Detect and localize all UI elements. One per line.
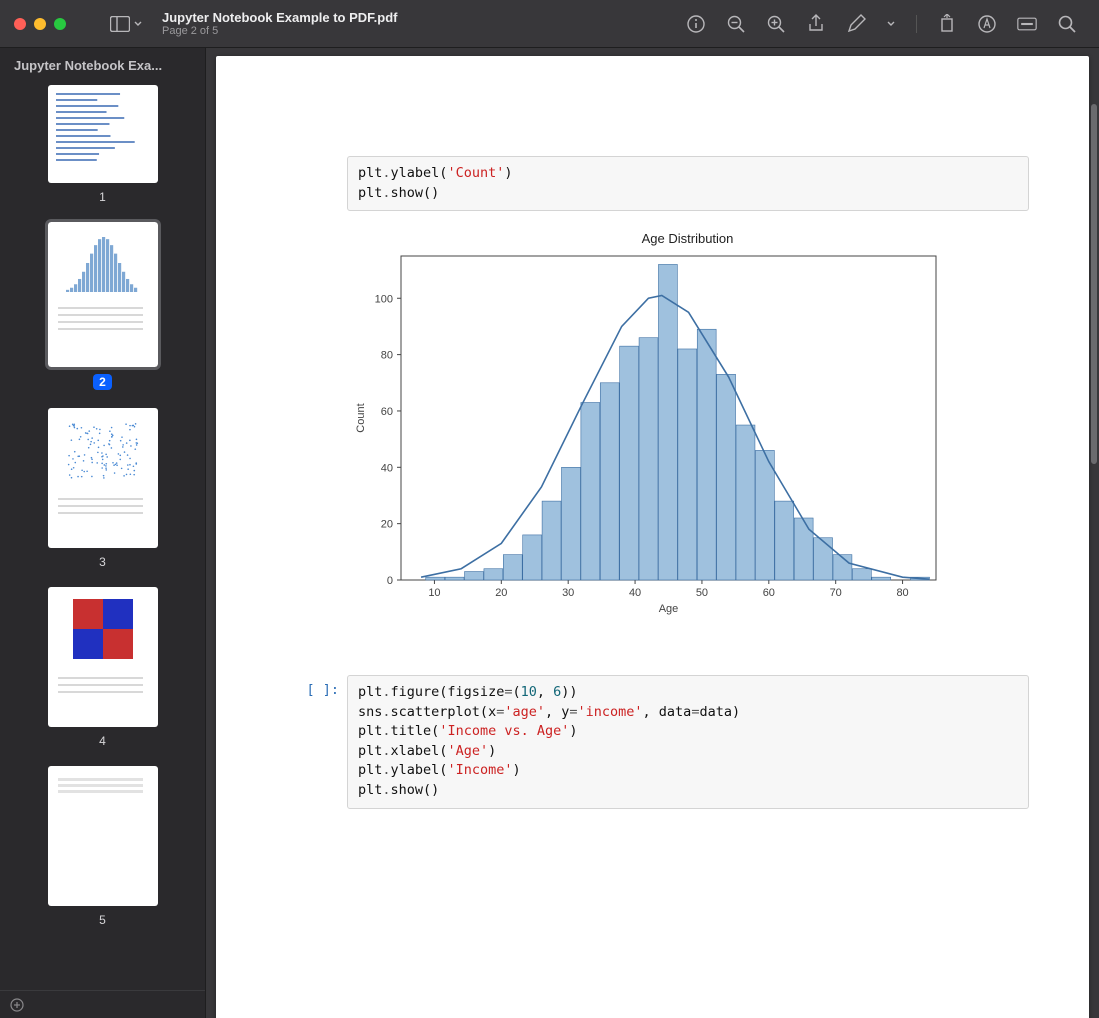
cell-prompt: [ ]: (301, 675, 347, 808)
redact-button[interactable] (1017, 14, 1037, 34)
histogram-chart: 0 20 40 60 80 100 10 20 30 40 50 60 70 80 Age Count (346, 250, 946, 620)
svg-text:40: 40 (381, 462, 393, 474)
sidebar-toggle-button[interactable] (106, 12, 146, 36)
thumbnail-label: 1 (99, 190, 106, 204)
code-content: plt.figure(figsize=(10, 6)) sns.scatterp… (347, 675, 1029, 808)
window-controls (14, 18, 66, 30)
code-cell: [ ]: plt.figure(figsize=(10, 6)) sns.sca… (301, 675, 1029, 808)
document-viewport[interactable]: plt.ylabel('Count') plt.show() Age Distr… (206, 48, 1099, 1018)
add-page-icon[interactable] (10, 998, 24, 1012)
svg-text:30: 30 (562, 587, 574, 599)
chart-output: Age Distribution 0 20 40 60 80 100 10 20 30 40 50 6… (346, 231, 1029, 625)
sidebar-icon (110, 16, 130, 32)
info-button[interactable] (686, 14, 706, 34)
fullscreen-window-button[interactable] (54, 18, 66, 30)
svg-text:60: 60 (763, 587, 775, 599)
code-content: plt.ylabel('Count') plt.show() (347, 156, 1029, 211)
svg-text:Age: Age (659, 603, 679, 615)
highlight-button[interactable] (977, 14, 997, 34)
chevron-down-icon (887, 21, 895, 27)
window-titlebar: Jupyter Notebook Example to PDF.pdf Page… (0, 0, 1099, 48)
thumbnail-label: 2 (93, 374, 112, 390)
svg-text:80: 80 (896, 587, 908, 599)
svg-text:50: 50 (696, 587, 708, 599)
rotate-button[interactable] (937, 14, 957, 34)
svg-text:70: 70 (830, 587, 842, 599)
page-indicator: Page 2 of 5 (162, 25, 678, 37)
pdf-page: plt.ylabel('Count') plt.show() Age Distr… (216, 56, 1089, 1018)
search-button[interactable] (1057, 14, 1077, 34)
svg-text:40: 40 (629, 587, 641, 599)
svg-text:80: 80 (381, 350, 393, 362)
share-button[interactable] (806, 14, 826, 34)
thumbnail-page-1[interactable]: 1 (0, 85, 205, 204)
sidebar-document-title: Jupyter Notebook Exa... (0, 48, 205, 79)
thumbnail-page-2[interactable]: 2 (0, 222, 205, 390)
code-cell: plt.ylabel('Count') plt.show() (301, 156, 1029, 211)
thumbnail-list[interactable]: 1 2 3 4 5 (0, 79, 205, 990)
scrollbar-thumb[interactable] (1091, 104, 1097, 464)
chevron-down-icon (134, 21, 142, 27)
markup-menu-button[interactable] (886, 14, 896, 34)
thumbnail-page-4[interactable]: 4 (0, 587, 205, 748)
minimize-window-button[interactable] (34, 18, 46, 30)
svg-text:20: 20 (495, 587, 507, 599)
svg-text:20: 20 (381, 519, 393, 531)
svg-text:60: 60 (381, 406, 393, 418)
zoom-in-button[interactable] (766, 14, 786, 34)
cell-prompt (301, 156, 347, 211)
sidebar-footer (0, 990, 205, 1018)
chart-title: Age Distribution (346, 231, 1029, 246)
svg-text:0: 0 (387, 575, 393, 587)
thumbnail-label: 5 (99, 913, 106, 927)
svg-text:100: 100 (375, 293, 393, 305)
svg-text:Count: Count (355, 403, 367, 432)
thumbnail-sidebar: Jupyter Notebook Exa... 1 2 3 4 5 (0, 48, 206, 1018)
markup-button[interactable] (846, 14, 866, 34)
thumbnail-page-3[interactable]: 3 (0, 408, 205, 569)
svg-text:10: 10 (428, 587, 440, 599)
toolbar-divider (916, 15, 917, 33)
close-window-button[interactable] (14, 18, 26, 30)
thumbnail-page-5[interactable]: 5 (0, 766, 205, 927)
thumbnail-label: 4 (99, 734, 106, 748)
zoom-out-button[interactable] (726, 14, 746, 34)
document-title: Jupyter Notebook Example to PDF.pdf (162, 10, 678, 25)
thumbnail-label: 3 (99, 555, 106, 569)
